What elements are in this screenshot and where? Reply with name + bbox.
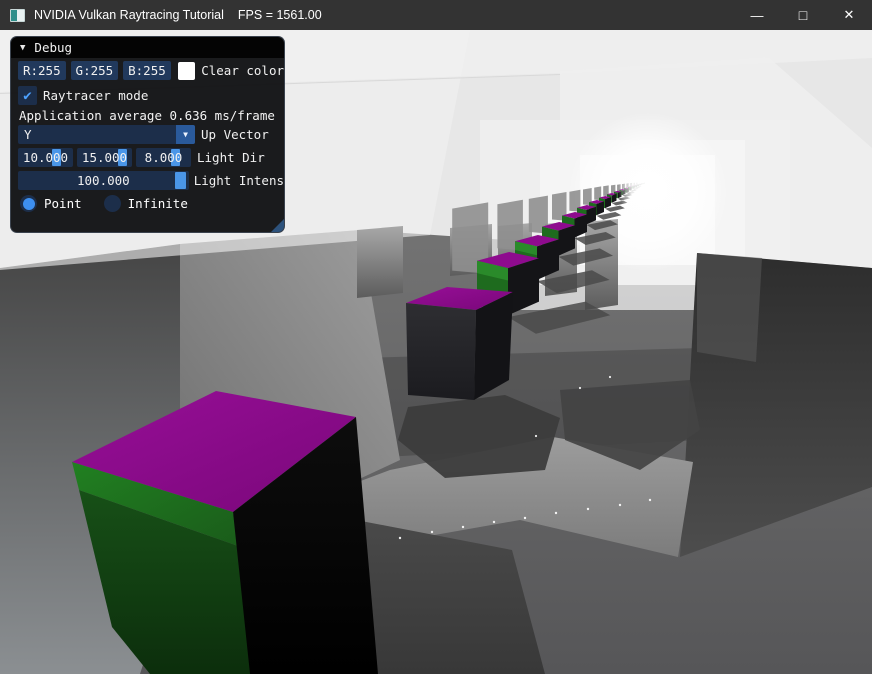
up-vector-label: Up Vector: [201, 127, 269, 142]
light-dir-y-slider[interactable]: 15.000: [77, 148, 132, 167]
up-vector-combo[interactable]: Y ▼: [18, 125, 195, 144]
light-glow-core: [618, 160, 678, 220]
collapse-arrow-icon: ▼: [20, 43, 25, 53]
light-intensity-slider[interactable]: 100.000: [18, 171, 189, 190]
light-intensity-value: 100.000: [77, 173, 130, 188]
minimize-button[interactable]: —: [734, 0, 780, 30]
wall-pillar: [357, 226, 403, 298]
debug-panel: ▼ Debug R:255 G:255 B:255 Clear color ✔ …: [10, 36, 285, 233]
light-dir-label: Light Dir: [197, 150, 265, 165]
maximize-button[interactable]: □: [780, 0, 826, 30]
check-icon: ✔: [23, 88, 31, 104]
right-dark-pillar: [697, 253, 762, 362]
title-bar: NVIDIA Vulkan Raytracing Tutorial FPS = …: [0, 0, 872, 30]
fps-counter: FPS = 1561.00: [238, 8, 322, 22]
dropdown-arrow-icon[interactable]: ▼: [176, 125, 195, 144]
close-button[interactable]: ✕: [826, 0, 872, 30]
light-dir-z-value: 8.000: [145, 150, 183, 165]
red-value-button[interactable]: R:255: [18, 61, 66, 80]
medium-cube: [406, 287, 513, 400]
window-title: NVIDIA Vulkan Raytracing Tutorial: [34, 8, 224, 22]
radio-point[interactable]: [20, 195, 37, 212]
raytracer-label: Raytracer mode: [43, 88, 148, 103]
slider-grab[interactable]: [175, 172, 186, 189]
light-dir-x-value: 10.000: [23, 150, 68, 165]
debug-panel-header[interactable]: ▼ Debug: [11, 37, 284, 58]
clear-color-label: Clear color: [201, 63, 284, 78]
app-icon: [10, 9, 25, 22]
app-window: NVIDIA Vulkan Raytracing Tutorial FPS = …: [0, 0, 872, 674]
light-dir-y-value: 15.000: [82, 150, 127, 165]
light-intensity-label: Light Intens: [194, 173, 284, 188]
up-vector-value: Y: [24, 127, 32, 142]
blue-value-button[interactable]: B:255: [123, 61, 171, 80]
panel-title: Debug: [34, 40, 72, 55]
radio-point-label: Point: [44, 196, 82, 211]
green-value-button[interactable]: G:255: [71, 61, 119, 80]
radio-infinite-label: Infinite: [128, 196, 188, 211]
light-dir-z-slider[interactable]: 8.000: [136, 148, 191, 167]
cube-front-face: [406, 303, 476, 400]
raytracer-checkbox[interactable]: ✔: [18, 86, 37, 105]
clear-color-swatch[interactable]: [178, 62, 195, 80]
light-dir-x-slider[interactable]: 10.000: [18, 148, 73, 167]
wall-pillar: [585, 219, 618, 310]
window-controls: — □ ✕: [734, 0, 872, 30]
radio-infinite[interactable]: [104, 195, 121, 212]
panel-resize-grip[interactable]: [271, 219, 284, 232]
perf-stats-text: Application average 0.636 ms/frame (15: [19, 108, 284, 123]
